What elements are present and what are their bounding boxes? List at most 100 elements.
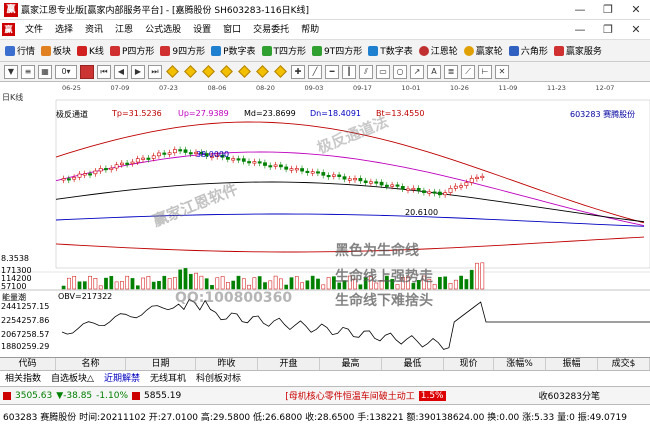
volume-bar <box>204 278 209 290</box>
candle-body <box>67 178 71 181</box>
toolbar-9-square-button[interactable]: 9四方形 <box>157 42 208 60</box>
menu-news[interactable]: 资讯 <box>79 20 109 40</box>
indicator-dropdown[interactable]: ≡ <box>21 64 35 79</box>
toolbar-service-button[interactable]: 赢家服务 <box>551 42 605 60</box>
volume-bar <box>194 272 198 290</box>
hline-icon[interactable]: ━ <box>325 64 339 79</box>
cross-icon[interactable]: ✚ <box>291 64 305 79</box>
color-box-icon[interactable] <box>80 64 94 79</box>
volume-bar <box>226 282 230 290</box>
menu-help[interactable]: 帮助 <box>295 20 325 40</box>
col-high[interactable]: 最高 <box>320 358 382 370</box>
tab-custom-sector[interactable]: 自选板块△ <box>46 371 99 387</box>
volume-bar <box>475 262 479 290</box>
toolbar-p-square-button[interactable]: P四方形 <box>107 42 157 60</box>
vline-icon[interactable]: ┃ <box>342 64 356 79</box>
watermark-below: 生命线下难捨头 <box>335 293 433 309</box>
next-icon[interactable]: ▶ <box>131 64 145 79</box>
tool-diamond-5-icon[interactable] <box>238 65 251 78</box>
col-name[interactable]: 名称 <box>56 358 126 370</box>
delete-icon[interactable]: ✕ <box>495 64 509 79</box>
tool-diamond-7-icon[interactable] <box>274 65 287 78</box>
menu-select[interactable]: 选择 <box>49 20 79 40</box>
minimize-icon[interactable]: — <box>566 0 594 20</box>
toolbar-t-square-button[interactable]: T四方形 <box>259 42 310 60</box>
first-icon[interactable]: ⏮ <box>97 64 111 79</box>
tool-diamond-4-icon[interactable] <box>220 65 233 78</box>
volume-bar <box>199 275 204 290</box>
line-icon[interactable]: ╱ <box>308 64 322 79</box>
col-amplitude[interactable]: 振幅 <box>546 358 598 370</box>
layout-dropdown[interactable]: ▦ <box>38 64 52 79</box>
news-ticker[interactable]: [母机核心零件恒温车间破土动工 <box>285 389 415 402</box>
last-icon[interactable]: ⏭ <box>148 64 162 79</box>
toolbar-t-table-button[interactable]: T数字表 <box>365 42 416 60</box>
period-dropdown[interactable]: ▼ <box>4 64 18 79</box>
menu-gann[interactable]: 江恩 <box>109 20 139 40</box>
prev-icon[interactable]: ◀ <box>114 64 128 79</box>
mdi-minimize-icon[interactable]: — <box>566 20 594 40</box>
mdi-close-icon[interactable]: ✕ <box>622 20 650 40</box>
mdi-restore-icon[interactable]: ❐ <box>594 20 622 40</box>
sector-icon <box>41 45 52 56</box>
candle-body <box>475 176 479 179</box>
tab-earphones[interactable]: 无线耳机 <box>145 371 191 387</box>
toolbar-p-table-button[interactable]: P数字表 <box>208 42 258 60</box>
toolbar-quotes-button[interactable]: 行情 <box>2 42 38 60</box>
gann-fan-icon[interactable]: ⟋ <box>461 64 475 79</box>
menu-settings[interactable]: 设置 <box>187 20 217 40</box>
menu-formula[interactable]: 公式选股 <box>139 20 187 40</box>
tab-star-market[interactable]: 科创板对标 <box>191 371 246 387</box>
menu-window[interactable]: 窗口 <box>217 20 247 40</box>
volume-bar <box>178 269 183 290</box>
volume-bar <box>443 276 448 290</box>
candle-body <box>379 181 384 186</box>
kline-chart-area[interactable]: 06-25 07-09 07-23 08-06 08-20 09-03 09-17 10-01… <box>0 82 650 357</box>
toolbar-9t-square-button[interactable]: 9T四方形 <box>309 42 365 60</box>
close-icon[interactable]: ✕ <box>622 0 650 20</box>
zoom-dropdown[interactable]: 0▾ <box>55 64 77 79</box>
tab-related-index[interactable]: 相关指数 <box>0 371 46 387</box>
high-price-label: 38.0000 <box>196 150 230 159</box>
app-menu-icon[interactable]: 赢 <box>2 23 15 36</box>
tool-diamond-3-icon[interactable] <box>202 65 215 78</box>
toolbar-winner-wheel-button[interactable]: 赢家轮 <box>461 42 506 60</box>
col-prev-close[interactable]: 昨收 <box>196 358 258 370</box>
tool-diamond-1-icon[interactable] <box>166 65 179 78</box>
col-turnover[interactable]: 成交$ <box>598 358 650 370</box>
volume-bar <box>453 279 458 290</box>
volume-bar <box>438 276 442 290</box>
col-open[interactable]: 开盘 <box>258 358 320 370</box>
toolbar-hexagon-button[interactable]: 六角形 <box>506 42 551 60</box>
candle-body <box>358 178 363 182</box>
col-price[interactable]: 现价 <box>444 358 494 370</box>
candle-body <box>448 187 453 193</box>
tool-diamond-2-icon[interactable] <box>184 65 197 78</box>
col-low[interactable]: 最低 <box>382 358 444 370</box>
toolbar-kline-button[interactable]: K线 <box>74 42 107 60</box>
volume-bar <box>300 282 304 290</box>
maximize-icon[interactable]: ❐ <box>594 0 622 20</box>
kline-chart-svg[interactable]: 06-25 07-09 07-23 08-06 08-20 09-03 09-17 10-01… <box>0 82 650 357</box>
volume-bar <box>220 276 225 290</box>
menu-file[interactable]: 文件 <box>19 20 49 40</box>
channel-icon[interactable]: ⫽ <box>359 64 373 79</box>
candle-body <box>331 174 336 177</box>
toolbar-gann-wheel-button[interactable]: 江恩轮 <box>416 42 461 60</box>
fib-icon[interactable]: ≣ <box>444 64 458 79</box>
tool-diamond-6-icon[interactable] <box>256 65 269 78</box>
index-value[interactable]: 3505.63 <box>15 391 52 401</box>
col-code[interactable]: 代码 <box>0 358 56 370</box>
tab-unlock[interactable]: 近期解禁 <box>99 371 145 387</box>
toolbar-sector-button[interactable]: 板块 <box>38 42 74 60</box>
arrow-icon[interactable]: ↗ <box>410 64 424 79</box>
tick-detail-label[interactable]: 收603283分笔 <box>539 389 600 402</box>
index2-value[interactable]: 5855.19 <box>144 391 181 401</box>
ruler-icon[interactable]: ⊢ <box>478 64 492 79</box>
rect-icon[interactable]: ▭ <box>376 64 390 79</box>
circle-icon[interactable]: ○ <box>393 64 407 79</box>
menu-trade[interactable]: 交易委托 <box>247 20 295 40</box>
text-icon[interactable]: A <box>427 64 441 79</box>
col-change-pct[interactable]: 涨幅% <box>494 358 546 370</box>
col-date[interactable]: 日期 <box>126 358 196 370</box>
